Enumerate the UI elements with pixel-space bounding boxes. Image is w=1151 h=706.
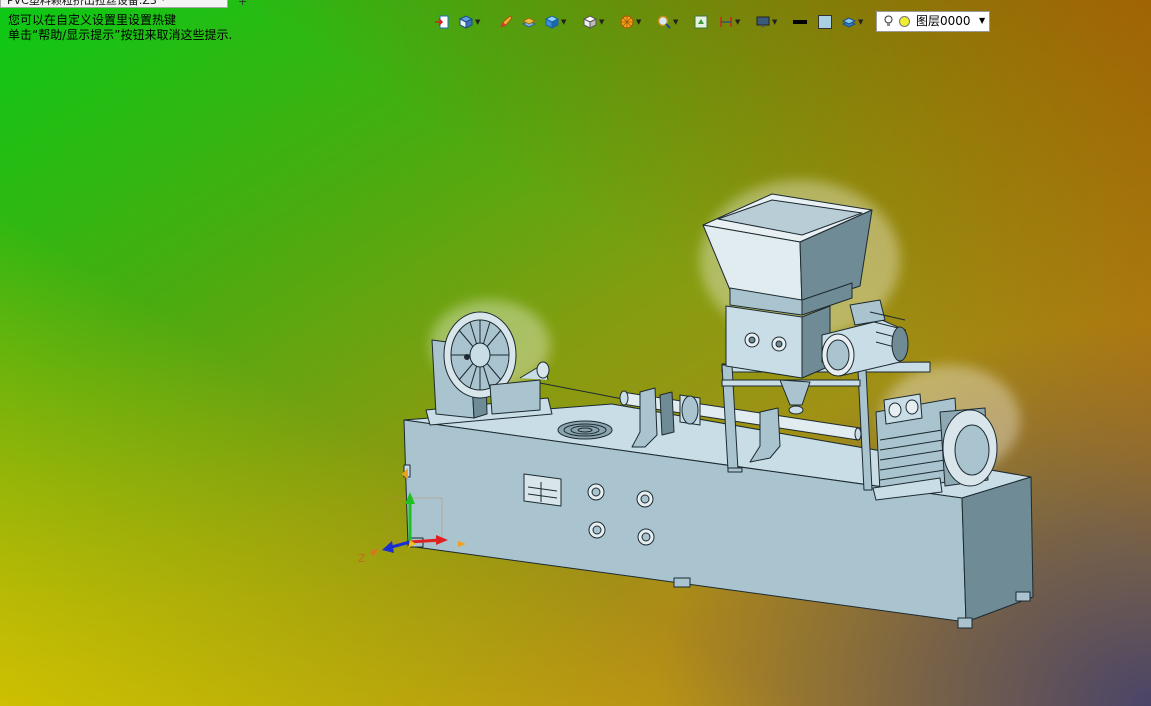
machine-model[interactable] [403,180,1034,629]
top-vent [557,420,613,440]
main-motor [872,393,998,501]
z-axis-label: Z [358,552,366,565]
model-scene: Z [358,180,1034,629]
feeder-box [725,305,831,415]
